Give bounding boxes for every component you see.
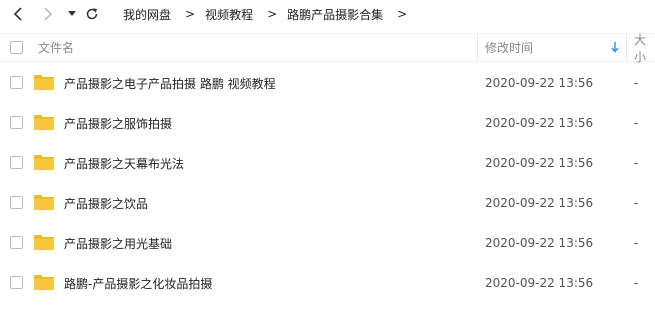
row-checkbox[interactable] [10,276,23,289]
file-size: - [634,76,639,90]
column-divider[interactable] [626,34,627,61]
toolbar: 我的网盘 > 视频教程 > 路鹏产品摄影合集 > [0,0,655,28]
column-divider[interactable] [477,34,478,61]
file-row[interactable]: 产品摄影之饮品 2020-09-22 13:56 - [0,183,655,223]
file-row[interactable]: 产品摄影之天幕布光法 2020-09-22 13:56 - [0,143,655,183]
file-row[interactable]: 产品摄影之用光基础 2020-09-22 13:56 - [0,223,655,263]
row-checkbox[interactable] [10,76,23,89]
file-name[interactable]: 产品摄影之饮品 [64,183,148,223]
folder-icon [33,274,55,291]
file-name[interactable]: 产品摄影之服饰拍摄 [64,103,172,143]
file-modified-time: 2020-09-22 13:56 [485,76,594,90]
folder-icon [33,74,55,91]
file-list-header: 文件名 修改时间 大小 [0,33,655,64]
file-name[interactable]: 产品摄影之用光基础 [64,223,172,263]
breadcrumb-item-my-drive[interactable]: 我的网盘 [123,6,171,23]
back-button[interactable] [8,4,28,24]
file-modified-time: 2020-09-22 13:56 [485,156,594,170]
file-size: - [634,116,639,130]
folder-icon [33,194,55,211]
folder-icon [33,114,55,131]
refresh-button[interactable] [82,4,102,24]
chevron-right-icon [44,7,53,21]
breadcrumb: 我的网盘 > 视频教程 > 路鹏产品摄影合集 > [123,5,417,23]
file-name[interactable]: 路鹏-产品摄影之化妆品拍摄 [64,263,212,303]
column-header-size[interactable]: 大小 [634,33,655,64]
file-modified-time: 2020-09-22 13:56 [485,236,594,250]
file-name[interactable]: 产品摄影之电子产品拍摄 路鹏 视频教程 [64,63,276,103]
file-size: - [634,276,639,290]
file-modified-time: 2020-09-22 13:56 [485,196,594,210]
refresh-icon [86,8,98,20]
arrow-down-icon [611,42,619,53]
caret-down-icon [68,11,76,16]
select-all-checkbox[interactable] [10,41,23,54]
breadcrumb-separator: > [397,7,408,21]
folder-icon [33,234,55,251]
breadcrumb-item-current-folder[interactable]: 路鹏产品摄影合集 [287,6,383,23]
column-header-modified[interactable]: 修改时间 [485,34,533,61]
sort-indicator[interactable] [611,34,619,61]
file-size: - [634,196,639,210]
row-checkbox[interactable] [10,156,23,169]
file-row[interactable]: 产品摄影之服饰拍摄 2020-09-22 13:56 - [0,103,655,143]
forward-button[interactable] [38,4,58,24]
file-row[interactable]: 产品摄影之电子产品拍摄 路鹏 视频教程 2020-09-22 13:56 - [0,63,655,103]
row-checkbox[interactable] [10,196,23,209]
history-dropdown-button[interactable] [62,4,82,24]
file-size: - [634,156,639,170]
column-header-name[interactable]: 文件名 [38,34,74,61]
file-modified-time: 2020-09-22 13:56 [485,276,594,290]
file-row[interactable]: 路鹏-产品摄影之化妆品拍摄 2020-09-22 13:56 - [0,263,655,303]
breadcrumb-item-video-tutorials[interactable]: 视频教程 [205,6,253,23]
breadcrumb-separator: > [267,7,278,21]
chevron-left-icon [13,7,22,21]
row-checkbox[interactable] [10,236,23,249]
file-modified-time: 2020-09-22 13:56 [485,116,594,130]
folder-icon [33,154,55,171]
breadcrumb-separator: > [185,7,196,21]
row-checkbox[interactable] [10,116,23,129]
file-name[interactable]: 产品摄影之天幕布光法 [64,143,184,183]
file-size: - [634,236,639,250]
